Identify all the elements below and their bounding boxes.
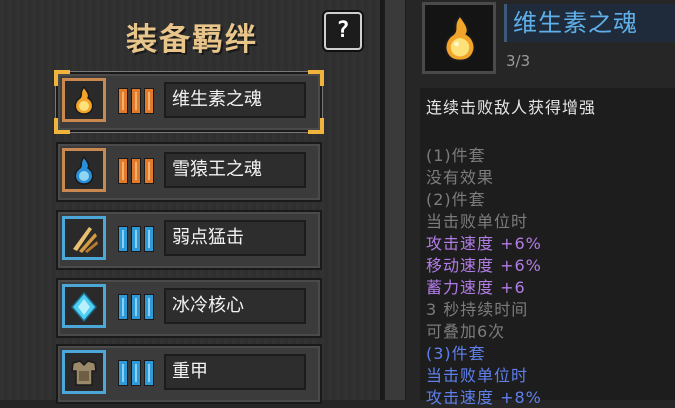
tier-2-move-speed: 移动速度 +6% — [426, 256, 542, 275]
set-description: 连续击败敌人获得增强 (1)件套 没有效果 (2)件套 当击败单位时 攻击速度 … — [420, 88, 675, 407]
tier-2-trigger: 当击败单位时 — [426, 212, 529, 231]
tier-2-duration: 3 秒持续时间 — [426, 300, 529, 319]
panel-title: 装备羁绊 — [126, 22, 258, 58]
tier-3-header: (3)件套 — [426, 344, 486, 363]
set-tier-badge — [118, 88, 156, 114]
set-item-weak-point-strike[interactable]: 弱点猛击 — [56, 210, 322, 270]
set-tier-badge — [118, 158, 156, 184]
set-item-heavy-armor[interactable]: 重甲 — [56, 344, 322, 404]
set-tier-badge — [118, 294, 156, 320]
set-item-snow-ape-king-soul[interactable]: 雪猿王之魂 — [56, 142, 322, 202]
tier-3-trigger: 当击败单位时 — [426, 366, 529, 385]
tier-2-header: (2)件套 — [426, 190, 486, 209]
tier-2-charge-speed: 蓄力速度 +6 — [426, 278, 526, 297]
tier-2-stacks: 可叠加6次 — [426, 322, 506, 341]
tier-1-effect: 没有效果 — [426, 168, 495, 187]
set-piece-count: 3/3 — [506, 52, 531, 70]
help-button[interactable]: ? — [324, 12, 362, 50]
blue-flame-orb-icon — [62, 148, 106, 192]
set-bonus-panel: 装备羁绊 ? 维生素之魂 雪猿王之魂 弱点猛击 冰冷核心 重甲 — [0, 0, 383, 404]
set-item-label: 维生素之魂 — [164, 82, 306, 118]
heavy-armor-icon — [62, 350, 106, 394]
set-item-cold-core[interactable]: 冰冷核心 — [56, 278, 322, 338]
claw-slash-icon — [62, 216, 106, 260]
tier-2-attack-speed: 攻击速度 +6% — [426, 234, 542, 253]
detail-title: 维生素之魂 — [504, 4, 675, 42]
set-tier-badge — [118, 360, 156, 386]
set-tier-badge — [118, 226, 156, 252]
set-item-label: 冰冷核心 — [164, 288, 306, 324]
set-detail-panel: 维生素之魂 3/3 连续击败敌人获得增强 (1)件套 没有效果 (2)件套 当击… — [406, 0, 675, 407]
tier-1-header: (1)件套 — [426, 146, 486, 165]
selection-corner — [308, 118, 324, 134]
golden-flame-orb-icon — [422, 2, 496, 74]
ice-crystal-icon — [62, 284, 106, 328]
panel-divider — [383, 0, 407, 400]
set-item-label: 重甲 — [164, 354, 306, 390]
description-summary: 连续击败敌人获得增强 — [426, 98, 597, 117]
tier-3-attack-speed: 攻击速度 +8% — [426, 388, 542, 407]
selection-corner — [308, 70, 324, 86]
set-item-label: 雪猿王之魂 — [164, 152, 306, 188]
set-item-label: 弱点猛击 — [164, 220, 306, 256]
golden-flame-orb-icon — [62, 78, 106, 122]
set-item-vitamin-soul[interactable]: 维生素之魂 — [54, 70, 324, 134]
